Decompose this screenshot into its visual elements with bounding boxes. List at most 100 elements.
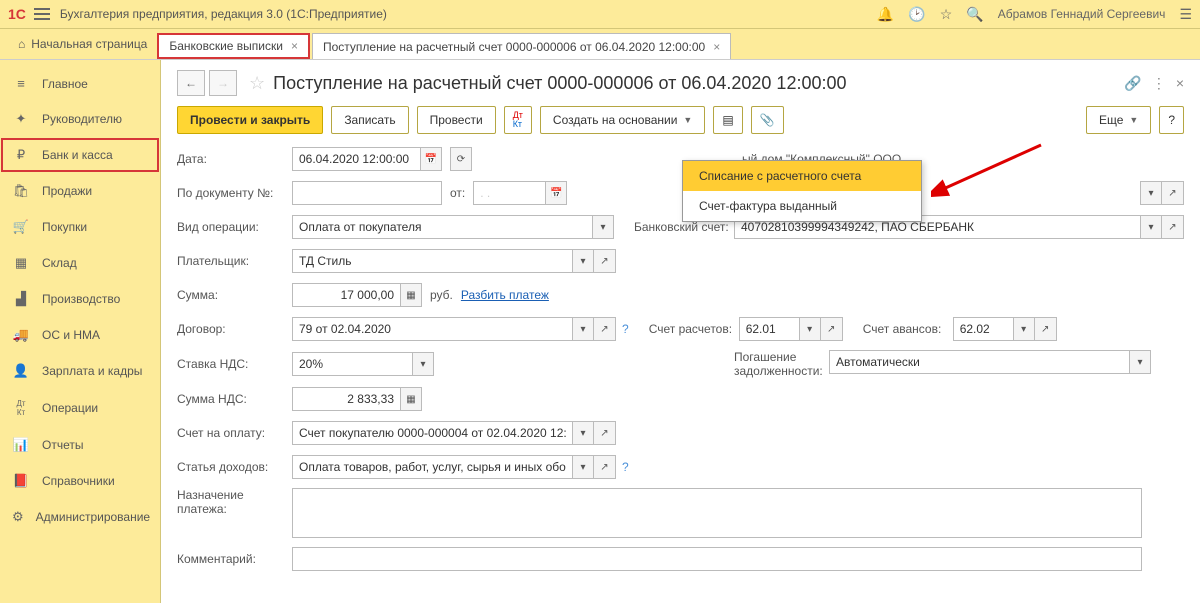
sidebar-item-admin[interactable]: ⚙Администрирование: [0, 499, 160, 535]
income-field[interactable]: ▾ ↗: [292, 455, 616, 479]
dropdown-btn[interactable]: ▾: [412, 352, 434, 376]
acc-input[interactable]: [739, 317, 799, 341]
dd-item-invoice[interactable]: Счет-фактура выданный: [683, 191, 921, 221]
back-button[interactable]: ←: [177, 70, 205, 96]
vat-field[interactable]: ▾: [292, 352, 434, 376]
menu-icon-2[interactable]: ☰: [1179, 6, 1192, 23]
sum-field[interactable]: ▦: [292, 283, 422, 307]
sidebar-item-assets[interactable]: 🚚ОС и НМА: [0, 317, 160, 353]
docnum-input[interactable]: [292, 181, 442, 205]
sidebar-item-operations[interactable]: ДтКтОперации: [0, 389, 160, 427]
calendar-icon[interactable]: 📅: [545, 181, 567, 205]
docdate-input[interactable]: [473, 181, 545, 205]
sidebar-item-bank[interactable]: ₽Банк и касса: [0, 137, 160, 173]
open-btn[interactable]: ↗: [594, 421, 616, 445]
menu-icon[interactable]: [34, 8, 50, 20]
calc-icon[interactable]: ▦: [400, 387, 422, 411]
star-icon[interactable]: ☆: [940, 6, 953, 23]
adv-input[interactable]: [953, 317, 1013, 341]
open-btn[interactable]: ↗: [594, 249, 616, 273]
dropdown-btn[interactable]: ▾: [572, 249, 594, 273]
payer-input[interactable]: [292, 249, 572, 273]
help-icon[interactable]: ?: [622, 460, 629, 474]
close-icon[interactable]: ×: [1176, 75, 1184, 92]
purpose-textarea[interactable]: [292, 488, 1142, 538]
user-name[interactable]: Абрамов Геннадий Сергеевич: [998, 7, 1166, 21]
link-icon[interactable]: 🔗: [1124, 75, 1141, 92]
open-btn[interactable]: ↗: [1162, 181, 1184, 205]
sidebar-item-catalogs[interactable]: 📕Справочники: [0, 463, 160, 499]
date-input[interactable]: [292, 147, 420, 171]
dropdown-btn[interactable]: ▾: [572, 421, 594, 445]
debt-input[interactable]: [829, 350, 1129, 374]
sum-input[interactable]: [292, 283, 400, 307]
more-button[interactable]: Еще▼: [1086, 106, 1151, 134]
calendar-icon[interactable]: 📅: [420, 147, 442, 171]
search-icon[interactable]: 🔍: [966, 6, 983, 23]
debt-field[interactable]: ▾: [829, 350, 1151, 374]
home-tab[interactable]: ⌂ Начальная страница: [8, 29, 157, 59]
open-btn[interactable]: ↗: [594, 455, 616, 479]
tab-bank-statements[interactable]: Банковские выписки ×: [157, 33, 310, 59]
adv-field[interactable]: ▾ ↗: [953, 317, 1057, 341]
sidebar-item-sales[interactable]: 🛍Продажи: [0, 173, 160, 209]
vat-input[interactable]: [292, 352, 412, 376]
calc-icon[interactable]: ▦: [400, 283, 422, 307]
dropdown-btn[interactable]: ▾: [1013, 317, 1035, 341]
tab-document[interactable]: Поступление на расчетный счет 0000-00000…: [312, 33, 731, 59]
more-icon[interactable]: ⋮: [1152, 75, 1166, 92]
dd-item-writeoff[interactable]: Списание с расчетного счета: [683, 161, 921, 191]
open-btn[interactable]: ↗: [1162, 215, 1184, 239]
sidebar-item-purchases[interactable]: 🛒Покупки: [0, 209, 160, 245]
sidebar-item-payroll[interactable]: 👤Зарплата и кадры: [0, 353, 160, 389]
sidebar-item-production[interactable]: ▟Производство: [0, 281, 160, 317]
favorite-icon[interactable]: ☆: [249, 73, 265, 94]
sidebar-item-label: Склад: [42, 256, 77, 270]
attach-button[interactable]: 📎: [751, 106, 784, 134]
docdate-field[interactable]: 📅: [473, 181, 567, 205]
open-btn[interactable]: ↗: [821, 317, 843, 341]
close-icon[interactable]: ×: [291, 39, 298, 53]
dtkt-button[interactable]: ДтКт: [504, 106, 532, 134]
dropdown-btn[interactable]: ▾: [1140, 181, 1162, 205]
purpose-label-1: Назначение: [177, 488, 244, 502]
forward-button[interactable]: →: [209, 70, 237, 96]
post-and-close-button[interactable]: Провести и закрыть: [177, 106, 323, 134]
sidebar-item-manager[interactable]: ✦Руководителю: [0, 101, 160, 137]
dropdown-btn[interactable]: ▾: [592, 215, 614, 239]
create-based-on-button[interactable]: Создать на основании▼: [540, 106, 705, 134]
payer-field[interactable]: ▾ ↗: [292, 249, 616, 273]
comment-input[interactable]: [292, 547, 1142, 571]
bell-icon[interactable]: 🔔: [877, 6, 894, 23]
invoice-input[interactable]: [292, 421, 572, 445]
save-button[interactable]: Записать: [331, 106, 408, 134]
dropdown-btn[interactable]: ▾: [799, 317, 821, 341]
optype-field[interactable]: ▾: [292, 215, 614, 239]
dropdown-btn[interactable]: ▾: [1140, 215, 1162, 239]
help-button[interactable]: ?: [1159, 106, 1184, 134]
refresh-icon[interactable]: ⟳: [450, 147, 472, 171]
vatsum-field[interactable]: ▦: [292, 387, 422, 411]
history-icon[interactable]: 🕑: [908, 6, 925, 23]
sidebar-item-reports[interactable]: 📊Отчеты: [0, 427, 160, 463]
contract-input[interactable]: [292, 317, 572, 341]
sidebar-item-main[interactable]: ≡Главное: [0, 66, 160, 101]
income-input[interactable]: [292, 455, 572, 479]
contract-field[interactable]: ▾ ↗: [292, 317, 616, 341]
split-payment-link[interactable]: Разбить платеж: [461, 288, 549, 302]
dropdown-btn[interactable]: ▾: [572, 317, 594, 341]
invoice-field[interactable]: ▾ ↗: [292, 421, 616, 445]
open-btn[interactable]: ↗: [1035, 317, 1057, 341]
vatsum-input[interactable]: [292, 387, 400, 411]
acc-field[interactable]: ▾ ↗: [739, 317, 843, 341]
dropdown-btn[interactable]: ▾: [572, 455, 594, 479]
structure-button[interactable]: ▤: [713, 106, 742, 134]
optype-input[interactable]: [292, 215, 592, 239]
help-icon[interactable]: ?: [622, 322, 629, 336]
post-button[interactable]: Провести: [417, 106, 496, 134]
dropdown-btn[interactable]: ▾: [1129, 350, 1151, 374]
close-icon[interactable]: ×: [713, 40, 720, 54]
date-field[interactable]: 📅: [292, 147, 442, 171]
sidebar-item-warehouse[interactable]: ▦Склад: [0, 245, 160, 281]
open-btn[interactable]: ↗: [594, 317, 616, 341]
